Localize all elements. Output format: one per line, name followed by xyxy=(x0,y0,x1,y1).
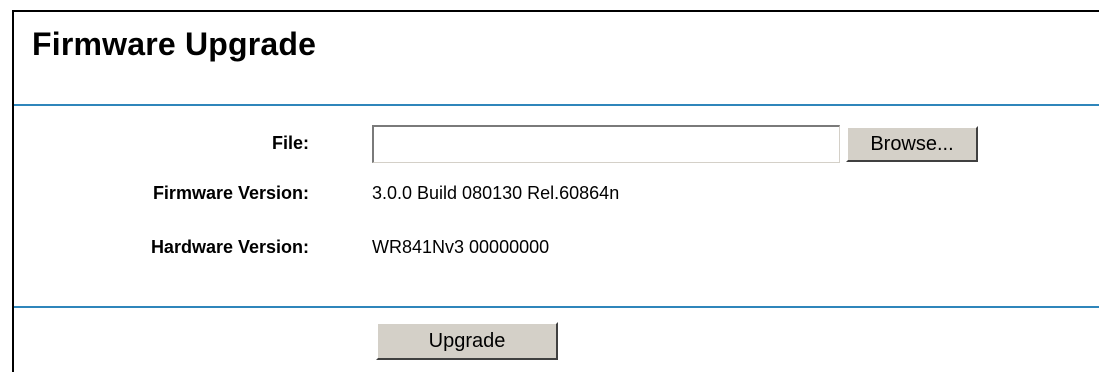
bottom-divider xyxy=(14,306,1099,308)
firmware-upgrade-panel: Firmware Upgrade File: Browse... Firmwar… xyxy=(12,10,1099,372)
browse-button[interactable]: Browse... xyxy=(846,126,978,162)
upgrade-button[interactable]: Upgrade xyxy=(376,322,558,360)
firmware-version-value: 3.0.0 Build 080130 Rel.60864n xyxy=(372,183,620,203)
file-path-input[interactable] xyxy=(372,125,840,163)
hardware-version-value: WR841Nv3 00000000 xyxy=(372,237,550,257)
page-title: Firmware Upgrade xyxy=(32,26,317,62)
hardware-version-label: Hardware Version: xyxy=(150,237,309,257)
file-label: File: xyxy=(271,133,309,153)
top-divider xyxy=(14,104,1099,106)
firmware-version-label: Firmware Version: xyxy=(152,183,309,203)
